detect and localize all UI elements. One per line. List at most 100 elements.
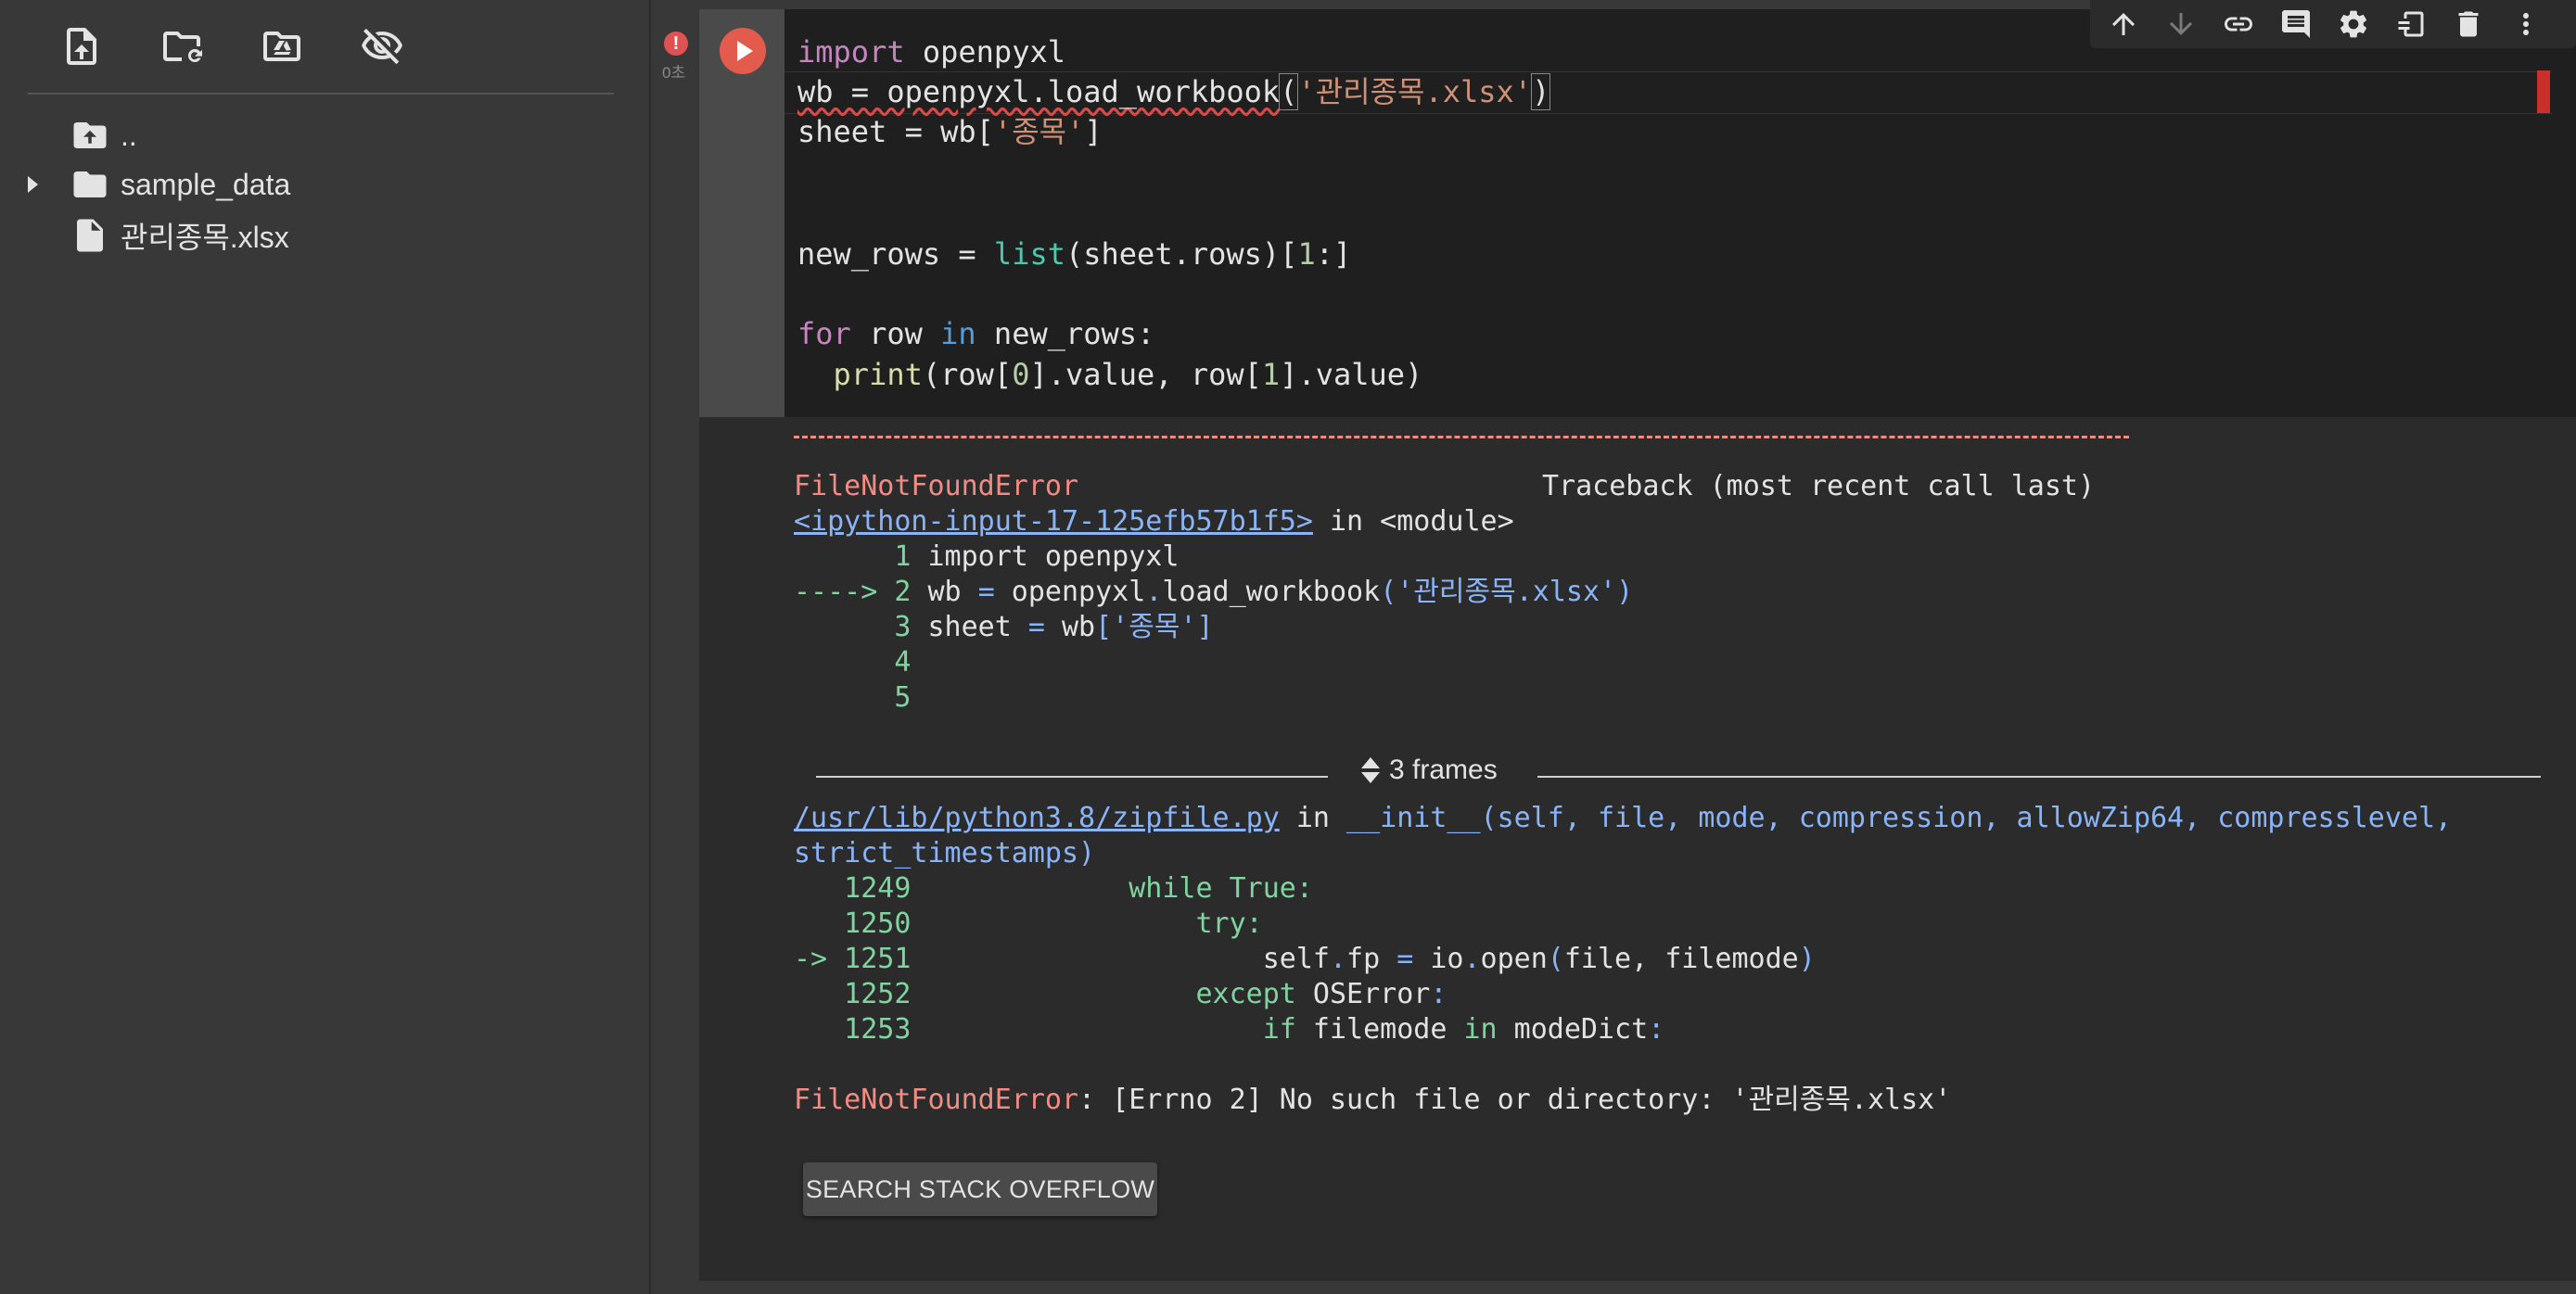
builtin-fn: list [993,236,1065,272]
add-comment-button[interactable] [2277,6,2315,43]
number-literal: 0 [1012,357,1030,392]
code-line-1: import openpyxl [797,32,1065,72]
frames-divider-left [816,776,1328,778]
link-icon [2225,17,2252,32]
code-line-9: print(row[0].value, row[1].value) [797,354,1423,395]
code-text: :] [1315,236,1352,272]
tb-line-1249: 1249 while True: [794,871,1313,907]
tree-item-sample-data[interactable]: sample_data [0,160,649,209]
line-number: 1250 [794,907,928,940]
code-text: openpyxl [994,576,1146,608]
refresh-folder-button[interactable] [156,20,208,72]
expand-caret-icon[interactable] [28,176,38,193]
delete-cell-button[interactable] [2450,6,2487,43]
arrow-down-icon [2170,13,2192,35]
tree-item-label: .. [121,118,137,152]
code-text: fp [1346,943,1397,975]
line-number: 1 [794,540,928,573]
bracket: ) [1531,73,1551,110]
string-literal: '관리종목.xlsx' [1297,74,1533,109]
traceback-header: Traceback (most recent call last) [1542,470,2096,502]
eye-off-icon [362,28,402,65]
operator: = [1396,943,1414,975]
mirror-cell-button[interactable] [2392,6,2429,43]
line-number: 1249 [794,872,928,905]
trash-icon [2458,11,2479,37]
tree-item-xlsx-file[interactable]: 관리종목.xlsx [0,211,649,260]
line-pointer: -> 1251 [794,943,928,975]
code-text: wb = openpyxl.load_workbook [797,74,1281,109]
function-signature-cont: strict_timestamps) [794,837,1096,869]
ipython-input-link[interactable]: <ipython-input-17-125efb57b1f5> [794,505,1313,538]
search-stack-overflow-button[interactable]: SEARCH STACK OVERFLOW [803,1162,1157,1216]
copy-link-button[interactable] [2220,6,2257,43]
keyword: import [797,34,905,70]
file-browser-toolbar [56,20,408,72]
move-cell-up-button[interactable] [2105,6,2142,43]
code-text: row [850,316,941,351]
code-text: wb [927,576,978,608]
operator: = [1027,611,1045,643]
drive-folder-icon [263,32,300,61]
upload-file-button[interactable] [56,20,108,72]
operator: . [1463,943,1481,975]
run-cell-button[interactable] [720,28,766,74]
toggle-hidden-files-button[interactable] [356,20,408,72]
folder-refresh-icon [163,32,202,62]
line-number: 3 [794,611,928,643]
operator: ) [1798,943,1816,975]
tb-line-5: 5 [794,681,912,714]
string-literal: '종목' [993,114,1085,149]
frames-divider-right [1537,776,2541,778]
tb-line-3: 3 sheet = wb['종목'] [794,610,1213,645]
code-text: new_rows = [797,236,994,272]
builtin-fn: print [833,357,923,392]
traceback-separator [794,436,2129,438]
keyword: in [1463,1013,1498,1046]
code-text: ].value, row[ [1029,357,1262,392]
keyword: except [927,978,1296,1010]
code-text: (row[ [922,357,1013,392]
operator: : [1648,1013,1665,1046]
tree-item-label: sample_data [121,167,291,201]
error-type: FileNotFoundError [794,1084,1079,1116]
operator: . [1145,576,1163,608]
operator: . [1329,943,1347,975]
code-text: filemode [1295,1013,1464,1046]
tb-line-1253: 1253 if filemode in modeDict: [794,1012,1664,1047]
code-text: file, filemode [1563,943,1799,975]
tree-item-parent-dir[interactable]: .. [0,111,649,159]
expand-collapse-icon [1361,757,1380,783]
operator: = [977,576,995,608]
toolbar-divider [28,93,614,95]
move-cell-down-button[interactable] [2162,6,2200,43]
zipfile-link[interactable]: /usr/lib/python3.8/zipfile.py [794,802,1280,834]
mount-drive-button[interactable] [256,20,308,72]
code-text: sheet = wb[ [797,114,994,149]
cell-settings-button[interactable] [2335,6,2372,43]
line-number: 1252 [794,978,928,1010]
bracket: ( [1279,73,1299,110]
code-line-6: new_rows = list(sheet.rows)[1:] [797,234,1351,274]
code-text: sheet [927,611,1028,643]
code-text: ] [1084,114,1103,149]
cell-toolbar [2090,0,2576,48]
code-text: OSError [1295,978,1431,1010]
more-actions-button[interactable] [2507,6,2544,43]
file-browser-panel: .. sample_data 관리종목.xlsx [0,0,651,1294]
code-text: ].value) [1280,357,1423,392]
error-message: : [Errno 2] No such file or directory: '… [1078,1084,1952,1116]
file-icon [70,216,109,255]
code-text: import openpyxl [927,540,1180,573]
line-number: 1253 [794,1013,928,1046]
folder-icon [70,165,109,204]
code-text: io [1413,943,1464,975]
gear-icon [2340,10,2367,38]
frames-toggle[interactable]: 3 frames [1361,755,1498,786]
code-text: (sheet.rows)[ [1065,236,1298,272]
tb-line-1: 1 import openpyxl [794,539,1179,575]
mirror-tab-icon [2398,11,2424,37]
code-line-3: sheet = wb['종목'] [797,111,1103,152]
line-pointer: ----> 2 [794,576,928,608]
